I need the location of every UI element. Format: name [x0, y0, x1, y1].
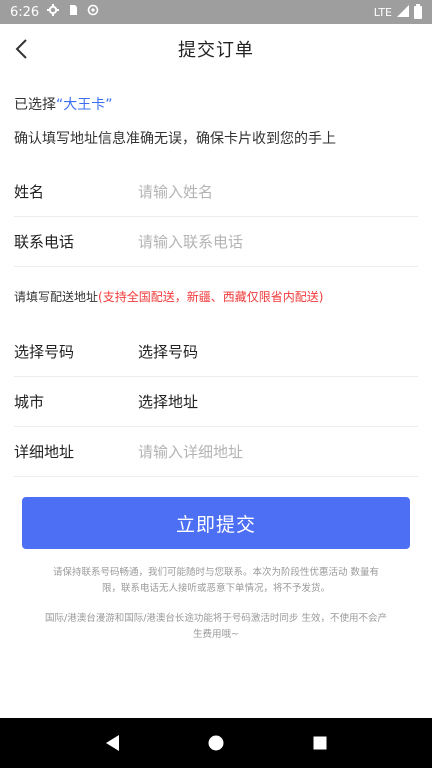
number-select[interactable]: 选择号码: [138, 341, 198, 362]
footnote-roaming: 国际/港澳台漫游和国际/港澳台长途功能将于号码激活时同步 生效，不使用不会产生费…: [45, 613, 387, 640]
selected-card-line: 已选择“大王卡”: [14, 94, 113, 114]
system-nav-bar: [0, 718, 432, 768]
back-triangle-icon: [106, 735, 119, 751]
page-title: 提交订单: [178, 40, 254, 61]
selected-prefix: 已选择: [14, 97, 56, 113]
system-recents-button[interactable]: [305, 728, 335, 758]
chevron-left-icon: [15, 39, 27, 59]
recents-square-icon: [313, 736, 327, 750]
submit-button[interactable]: 立即提交: [22, 497, 410, 549]
detail-address-input[interactable]: [138, 431, 418, 472]
selected-card-name[interactable]: “大王卡”: [56, 97, 113, 113]
footnote-contact: 请保持联系号码畅通，我们可能随时与您联系。本次为阶段性优惠活动 数量有限，联系电…: [52, 567, 380, 594]
network-type: LTE: [373, 5, 392, 19]
address-note-highlight: (支持全国配送，新疆、西藏仅限省内配送): [98, 290, 324, 304]
signal-icon: [397, 4, 409, 20]
city-label: 城市: [14, 393, 45, 411]
phone-label: 联系电话: [14, 233, 75, 251]
confirm-tip: 确认填写地址信息准确无误，确保卡片收到您的手上: [14, 131, 336, 147]
city-row[interactable]: 城市 选择地址: [14, 377, 418, 427]
name-row: 姓名: [14, 167, 418, 217]
name-input[interactable]: [138, 171, 418, 212]
status-time: 6:26: [10, 4, 40, 20]
settings-icon: [47, 4, 60, 20]
back-button[interactable]: [2, 29, 42, 69]
phone-row: 联系电话: [14, 217, 418, 267]
city-select[interactable]: 选择地址: [138, 391, 198, 412]
address-note: 请填写配送地址(支持全国配送，新疆、西藏仅限省内配送): [14, 288, 323, 305]
detail-address-row: 详细地址: [14, 427, 418, 477]
battery-icon: [414, 3, 422, 19]
number-row[interactable]: 选择号码 选择号码: [14, 327, 418, 377]
nav-bar: 提交订单: [0, 24, 432, 74]
detail-address-label: 详细地址: [14, 443, 75, 461]
home-circle-icon: [208, 735, 224, 751]
status-bar: 6:26 LTE: [0, 0, 432, 24]
data-saver-icon: [87, 4, 99, 20]
system-home-button[interactable]: [201, 728, 231, 758]
sd-card-icon: [67, 4, 79, 20]
name-label: 姓名: [14, 183, 45, 201]
address-note-text: 请填写配送地址: [14, 290, 99, 304]
system-back-button[interactable]: [97, 728, 127, 758]
number-label: 选择号码: [14, 343, 75, 361]
phone-input[interactable]: [138, 221, 418, 262]
